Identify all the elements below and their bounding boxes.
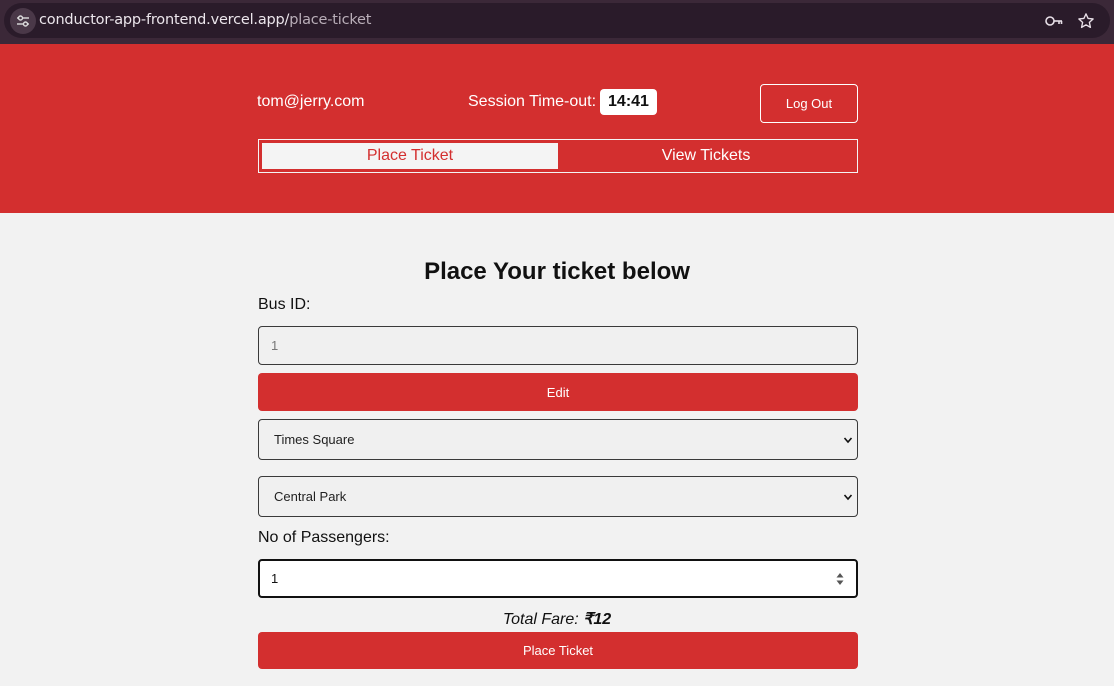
browser-toolbar: conductor-app-frontend.vercel.app/place-… <box>0 0 1114 44</box>
place-ticket-button[interactable]: Place Ticket <box>258 632 858 669</box>
to-stop-select[interactable]: Central Park <box>258 476 858 517</box>
bus-id-input[interactable]: 1 <box>258 326 858 365</box>
logout-button[interactable]: Log Out <box>760 84 858 123</box>
chevron-down-icon <box>843 493 853 500</box>
address-bar[interactable]: conductor-app-frontend.vercel.app/place-… <box>4 3 1110 38</box>
bookmark-star-icon[interactable] <box>1076 11 1096 31</box>
from-stop-value: Times Square <box>274 432 355 447</box>
url-text[interactable]: conductor-app-frontend.vercel.app/place-… <box>39 12 371 28</box>
password-key-icon[interactable] <box>1044 11 1064 31</box>
total-fare: Total Fare: ₹12 <box>0 609 1114 629</box>
session-timer: 14:41 <box>600 89 657 115</box>
site-settings-icon[interactable] <box>10 8 36 34</box>
tab-place-ticket[interactable]: Place Ticket <box>262 143 558 169</box>
fare-value: ₹12 <box>583 611 612 628</box>
url-path: place-ticket <box>289 12 372 28</box>
from-stop-select[interactable]: Times Square <box>258 419 858 460</box>
bus-id-label: Bus ID: <box>258 296 311 313</box>
session-timeout-label: Session Time-out: <box>468 93 597 110</box>
url-domain: conductor-app-frontend.vercel.app/ <box>39 12 290 28</box>
chevron-down-icon <box>843 436 853 443</box>
app-header: tom@jerry.com Session Time-out: 14:41 Lo… <box>0 44 1114 213</box>
tab-view-tickets[interactable]: View Tickets <box>558 143 854 169</box>
nav-tabs: Place Ticket View Tickets <box>258 139 858 173</box>
fare-label: Total Fare: <box>502 611 579 628</box>
passengers-input[interactable]: 1 <box>258 559 858 598</box>
page-title: Place Your ticket below <box>424 258 690 285</box>
user-email: tom@jerry.com <box>257 93 365 110</box>
edit-button[interactable]: Edit <box>258 373 858 411</box>
number-spinner-icon[interactable] <box>836 572 844 586</box>
to-stop-value: Central Park <box>274 489 347 504</box>
passengers-value: 1 <box>271 571 279 586</box>
passengers-label: No of Passengers: <box>258 529 390 546</box>
